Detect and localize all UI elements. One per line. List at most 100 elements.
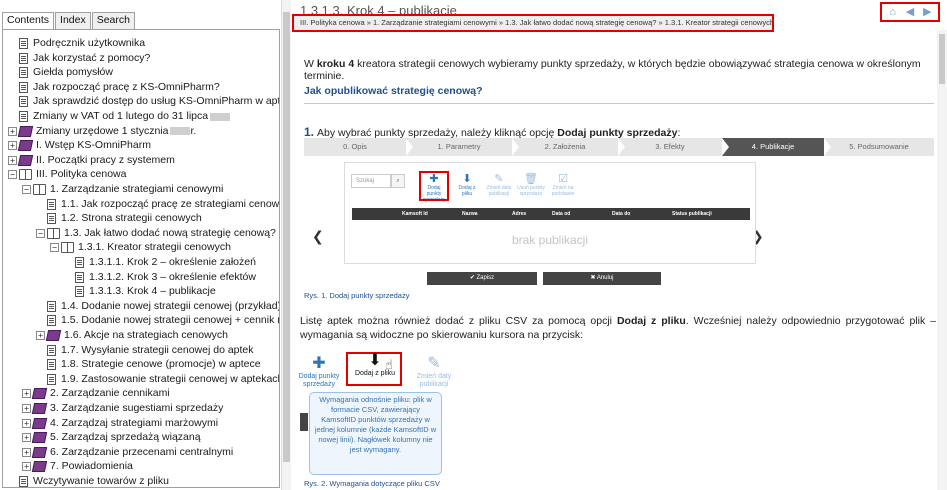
expand-icon[interactable]: + — [22, 462, 31, 472]
divider — [304, 103, 934, 104]
expand-icon[interactable]: + — [22, 404, 31, 413]
shot-search-icon: ⌕ — [391, 174, 405, 188]
tree-item[interactable]: Giełda pomysłów — [8, 65, 113, 80]
tree-item-label: 1.1. Jak rozpocząć pracę ze strategiami … — [61, 197, 280, 210]
scrollbar-thumb[interactable] — [283, 12, 290, 462]
collapse-icon[interactable]: − — [22, 185, 31, 194]
expand-icon[interactable]: + — [36, 331, 45, 340]
tree-item-label: 2. Zarządzanie cennikami — [50, 387, 170, 400]
home-icon[interactable]: ⌂ — [886, 6, 899, 19]
tree-item[interactable]: +1.6. Akcje na strategiach cenowych — [36, 328, 228, 343]
tree-item-label: 5. Zarządzaj sprzedażą wiązaną — [50, 431, 201, 444]
tree-item-label: Podręcznik użytkownika — [33, 37, 146, 49]
closed-book-icon — [31, 432, 48, 444]
tree-item-label: II. Początki pracy z systemem — [36, 153, 175, 166]
collapse-icon[interactable]: − — [8, 170, 17, 180]
tree-item[interactable]: +5. Zarządzaj sprzedażą wiązaną — [22, 430, 201, 445]
tree-item[interactable]: − 1. Zarządzanie strategiami cenowymi — [22, 182, 223, 197]
tree-item[interactable]: 1.7. Wysyłanie strategii cenowej do apte… — [36, 343, 254, 358]
tree-item[interactable]: Podręcznik użytkownika — [8, 36, 145, 51]
tree-item[interactable]: 1.3.1.1. Krok 2 – określenie założeń — [64, 255, 256, 270]
content-scrollbar[interactable] — [937, 30, 947, 490]
tree-item-label: 6. Zarządzanie przecenami centralnymi — [50, 445, 234, 458]
tree-item-label: III. Polityka cenowa — [36, 168, 127, 181]
check-icon: ☑ — [558, 173, 568, 185]
nav-tabs: Contents Index Search — [2, 12, 136, 30]
tree-item[interactable]: + Zmiany urzędowe 1 stycznia r. — [8, 124, 196, 139]
tree-item[interactable]: 1.3.1.3. Krok 4 – publikacje — [64, 284, 216, 299]
tree-item[interactable]: − III. Polityka cenowa — [8, 167, 126, 182]
next-topic-icon[interactable]: ▶ — [921, 6, 934, 19]
tree-item-label: Jak korzystać z pomocy? — [33, 51, 151, 64]
tree-item[interactable]: +3. Zarządzanie sugestiami sprzedaży — [22, 401, 223, 416]
tree-item-label: 1.2. Strona strategii cenowych — [61, 212, 202, 225]
tree-item[interactable]: Jak sprawdzić dostęp do usług KS-OmniPha… — [8, 94, 279, 109]
document-icon — [47, 344, 56, 356]
tree-item[interactable]: Jak rozpocząć pracę z KS-OmniPharm? — [8, 80, 220, 95]
breadcrumb[interactable]: III. Polityka cenowa » 1. Zarządzanie st… — [292, 14, 774, 32]
shot-remove-points-tool: 🗑 Usuń punkty sprzedaży — [517, 173, 545, 197]
tree-item[interactable]: 1.4. Dodanie nowej strategii cenowej (pr… — [36, 299, 279, 314]
closed-book-icon — [17, 154, 34, 166]
tree-item-label: Giełda pomysłów — [33, 66, 113, 79]
fig2-add-points-tool: ✚ Dodaj punkty sprzedaży — [298, 355, 340, 388]
screenshot-figure-1: Szukaj ⌕ ✚ Dodaj punkty sprzedaży ⬇ Dodaj … — [344, 162, 756, 264]
scrollbar-thumb[interactable] — [939, 34, 945, 84]
tree-item-label: 1.7. Wysyłanie strategii cenowej do apte… — [61, 343, 254, 356]
tab-index[interactable]: Index — [55, 12, 91, 29]
tree-item-label: 1.8. Strategie cenowe (promocje) w aptec… — [61, 358, 261, 371]
tree-item[interactable]: 1.3.1.2. Krok 3 – określenie efektów — [64, 270, 256, 285]
expand-icon[interactable]: + — [8, 155, 17, 165]
tree-item[interactable]: 1.1. Jak rozpocząć pracę ze strategiami … — [36, 197, 280, 212]
expand-icon[interactable]: + — [8, 141, 17, 151]
expand-icon[interactable]: + — [22, 447, 31, 457]
tree-item[interactable]: +6. Zarządzanie przecenami centralnymi — [22, 445, 233, 460]
tree-item[interactable]: − 1.3.1. Kreator strategii cenowych — [50, 240, 231, 255]
tree-item[interactable]: Zmiany w VAT od 1 lutego do 31 lipca — [8, 109, 231, 124]
document-icon — [19, 96, 28, 108]
closed-book-icon — [31, 417, 48, 429]
tree-item[interactable]: − 1.3. Jak łatwo dodać nową strategię cen… — [36, 226, 276, 241]
tree-item[interactable]: +7. Powiadomienia — [22, 459, 133, 474]
figure-caption-2: Rys. 2. Wymagania dotyczące pliku CSV — [304, 479, 440, 488]
topic-navigation: ⌂ ◀ ▶ — [880, 2, 940, 22]
tree-item-label: 7. Powiadomienia — [50, 460, 133, 473]
csv-paragraph: Listę aptek można również dodać z pliku … — [300, 315, 936, 341]
shot-search-input: Szukaj — [351, 174, 391, 188]
redacted-year — [210, 112, 231, 121]
contents-scrollbar[interactable] — [281, 0, 291, 490]
tree-item[interactable]: 1.5. Dodanie nowej strategii cenowej + c… — [36, 313, 279, 328]
previous-topic-icon[interactable]: ◀ — [903, 6, 916, 19]
tree-item[interactable]: Jak korzystać z pomocy? — [8, 51, 150, 66]
tab-contents[interactable]: Contents — [2, 12, 55, 30]
open-book-icon — [19, 169, 32, 181]
expand-icon[interactable]: + — [22, 418, 31, 428]
tree-item[interactable]: + II. Początki pracy z systemem — [8, 153, 175, 168]
expand-icon[interactable]: + — [22, 433, 31, 443]
collapse-icon[interactable]: − — [36, 228, 45, 238]
tab-search[interactable]: Search — [91, 12, 135, 29]
tree-item[interactable]: 1.8. Strategie cenowe (promocje) w aptec… — [36, 357, 261, 372]
tree-item[interactable]: + I. Wstęp KS-OmniPharm — [8, 138, 151, 153]
document-icon — [47, 359, 56, 371]
closed-book-icon — [31, 446, 48, 458]
redacted-year — [170, 127, 191, 136]
tree-item[interactable]: +2. Zarządzanie cennikami — [22, 386, 170, 401]
tree-item-label: Jak rozpocząć pracę z KS-OmniPharm? — [33, 80, 220, 93]
tree-item[interactable]: 1.9. Zastosowanie strategii cenowej w ap… — [36, 372, 280, 387]
tree-item[interactable]: Wczytywanie towarów z pliku — [8, 474, 169, 487]
content-panel: 1.3.1.3. Krok 4 – publikacje III. Polity… — [292, 0, 947, 490]
expand-icon[interactable]: + — [8, 126, 17, 136]
carousel-prev-icon[interactable]: ❮ — [312, 228, 324, 245]
tree-item-label: 1.3. Jak łatwo dodać nową strategię ceno… — [64, 226, 276, 239]
collapse-icon[interactable]: − — [50, 243, 59, 253]
tree-item-label: 1.3.1.3. Krok 4 – publikacje — [89, 285, 216, 298]
col-name: Nazwa — [462, 211, 478, 217]
tree-item[interactable]: 1.2. Strona strategii cenowych — [36, 211, 202, 226]
expand-icon[interactable]: + — [22, 389, 31, 399]
figure-caption-1: Rys. 1. Dodaj punkty sprzedaży — [304, 291, 410, 300]
shot-table-header: Kamsoft Id Nazwa Adres Data od Data do S… — [352, 208, 750, 220]
tree-item-label: 1.9. Zastosowanie strategii cenowej w ap… — [61, 372, 280, 385]
tree-item[interactable]: +4. Zarządzaj strategiami marżowymi — [22, 416, 218, 431]
tree-item-label: Zmiany urzędowe 1 stycznia — [36, 124, 169, 137]
